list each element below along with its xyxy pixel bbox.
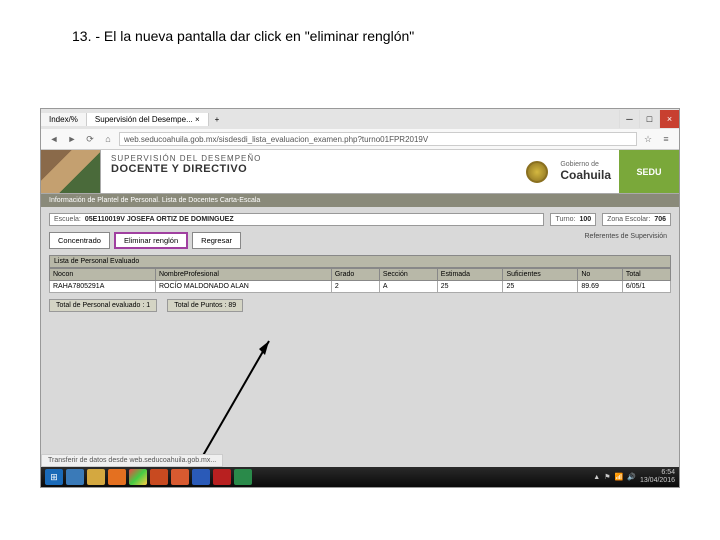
sedu-badge: SEDU — [619, 150, 679, 193]
sub-header: Lista de Personal Evaluado — [49, 255, 671, 268]
close-button[interactable]: × — [659, 110, 679, 128]
summary-personal-label: Total de Personal evaluado : — [56, 302, 144, 309]
th-grado: Grado — [331, 269, 379, 281]
cell-estimada: 25 — [437, 281, 503, 293]
tray-volume-icon[interactable]: 🔊 — [627, 473, 636, 481]
content-area: Escuela: 05E110019V JOSEFA ORTIZ DE DOMI… — [41, 207, 679, 318]
escuela-field: Escuela: 05E110019V JOSEFA ORTIZ DE DOMI… — [49, 213, 544, 226]
cell-suficientes: 25 — [503, 281, 578, 293]
summary-puntos-label: Total de Puntos : — [174, 302, 226, 309]
clock[interactable]: 6:54 13/04/2016 — [640, 469, 675, 485]
tab-close-icon[interactable]: × — [195, 115, 200, 124]
summary-puntos: Total de Puntos : 89 — [167, 299, 243, 312]
firefox-icon[interactable] — [108, 469, 126, 485]
url-input[interactable]: web.seducoahuila.gob.mx/sisdesdi_lista_e… — [119, 132, 637, 146]
th-no: No — [578, 269, 623, 281]
menu-icon[interactable]: ≡ — [659, 132, 673, 146]
pdf-icon[interactable] — [213, 469, 231, 485]
escuela-label: Escuela: — [54, 216, 81, 223]
tray-flag-icon[interactable]: ⚑ — [604, 473, 610, 481]
action-row: Concentrado Eliminar renglón Regresar Re… — [49, 232, 671, 249]
th-seccion: Sección — [379, 269, 437, 281]
cell-total: 6/05/1 — [622, 281, 670, 293]
gov-name: Coahuila — [560, 168, 611, 182]
reload-icon[interactable]: ⟳ — [83, 132, 97, 146]
bookmark-icon[interactable]: ☆ — [641, 132, 655, 146]
start-button[interactable]: ⊞ — [45, 469, 63, 485]
th-suficientes: Suficientes — [503, 269, 578, 281]
cell-nombre: ROCÍO MALDONADO ALAN — [155, 281, 331, 293]
personnel-table: Nocon NombreProfesional Grado Sección Es… — [49, 268, 671, 293]
header-line1: SUPERVISIÓN DEL DESEMPEÑO — [111, 154, 512, 163]
concentrado-button[interactable]: Concentrado — [49, 232, 110, 249]
word-icon[interactable] — [192, 469, 210, 485]
th-nombre: NombreProfesional — [155, 269, 331, 281]
forward-icon[interactable]: ► — [65, 132, 79, 146]
eliminar-renglon-button[interactable]: Eliminar renglón — [114, 232, 188, 249]
home-icon[interactable]: ⌂ — [101, 132, 115, 146]
taskbar: ⊞ ▲ ⚑ 📶 🔊 6:54 13/04/2016 — [41, 467, 679, 487]
header-titles: SUPERVISIÓN DEL DESEMPEÑO DOCENTE Y DIRE… — [101, 150, 522, 193]
turno-label: Turno: — [555, 216, 575, 223]
new-tab-button[interactable]: + — [209, 115, 226, 124]
clock-time: 6:54 — [640, 469, 675, 477]
ie-icon[interactable] — [66, 469, 84, 485]
cell-grado: 2 — [331, 281, 379, 293]
cell-no: 89.69 — [578, 281, 623, 293]
window-controls: ─ □ × — [619, 110, 679, 128]
header-gov: Gobierno de Coahuila — [552, 150, 619, 193]
turno-value: 100 — [579, 216, 591, 223]
excel-icon[interactable] — [234, 469, 252, 485]
header-banner: SUPERVISIÓN DEL DESEMPEÑO DOCENTE Y DIRE… — [41, 150, 679, 194]
th-total: Total — [622, 269, 670, 281]
table-header-row: Nocon NombreProfesional Grado Sección Es… — [50, 269, 671, 281]
clock-date: 13/04/2016 — [640, 477, 675, 485]
address-bar: ◄ ► ⟳ ⌂ web.seducoahuila.gob.mx/sisdesdi… — [41, 129, 679, 149]
powerpoint-icon[interactable] — [150, 469, 168, 485]
page-content: SUPERVISIÓN DEL DESEMPEÑO DOCENTE Y DIRE… — [41, 150, 679, 468]
cell-seccion: A — [379, 281, 437, 293]
browser-chrome: Index/% Supervisión del Desempe... × + ─… — [41, 109, 679, 150]
powerpoint2-icon[interactable] — [171, 469, 189, 485]
zona-value: 706 — [654, 216, 666, 223]
browser-window: Index/% Supervisión del Desempe... × + ─… — [40, 108, 680, 488]
chrome-icon[interactable] — [129, 469, 147, 485]
summary-row: Total de Personal evaluado : 1 Total de … — [49, 299, 671, 312]
seal-icon — [526, 161, 548, 183]
regresar-button[interactable]: Regresar — [192, 232, 241, 249]
back-icon[interactable]: ◄ — [47, 132, 61, 146]
gov-label: Gobierno de — [560, 161, 611, 168]
th-nocon: Nocon — [50, 269, 156, 281]
zona-label: Zona Escolar: — [607, 216, 650, 223]
th-estimada: Estimada — [437, 269, 503, 281]
tray-up-icon[interactable]: ▲ — [593, 474, 600, 481]
ref-header: Referentes de Supervisión — [581, 232, 672, 249]
status-bar: Transferir de datos desde web.seducoahui… — [41, 454, 223, 467]
instruction-text: 13. - El la nueva pantalla dar click en … — [72, 28, 414, 44]
breadcrumb: Información de Plantel de Personal. List… — [41, 194, 679, 207]
header-photo — [41, 150, 101, 193]
minimize-button[interactable]: ─ — [619, 110, 639, 128]
zona-field: Zona Escolar: 706 — [602, 213, 671, 226]
escuela-value: 05E110019V JOSEFA ORTIZ DE DOMINGUEZ — [85, 216, 234, 223]
tray-network-icon[interactable]: 📶 — [615, 473, 624, 481]
tab-index[interactable]: Index/% — [41, 113, 87, 126]
cell-nocon: RAHA7805291A — [50, 281, 156, 293]
maximize-button[interactable]: □ — [639, 110, 659, 128]
explorer-icon[interactable] — [87, 469, 105, 485]
header-seal — [522, 150, 552, 193]
summary-personal: Total de Personal evaluado : 1 — [49, 299, 157, 312]
summary-puntos-value: 89 — [228, 302, 236, 309]
tab-bar: Index/% Supervisión del Desempe... × + ─… — [41, 109, 679, 129]
tab-supervision[interactable]: Supervisión del Desempe... × — [87, 113, 209, 126]
summary-personal-value: 1 — [146, 302, 150, 309]
system-tray[interactable]: ▲ ⚑ 📶 🔊 6:54 13/04/2016 — [593, 469, 675, 485]
turno-field: Turno: 100 — [550, 213, 596, 226]
field-row: Escuela: 05E110019V JOSEFA ORTIZ DE DOMI… — [49, 213, 671, 226]
table-row[interactable]: RAHA7805291A ROCÍO MALDONADO ALAN 2 A 25… — [50, 281, 671, 293]
header-line2: DOCENTE Y DIRECTIVO — [111, 163, 512, 175]
